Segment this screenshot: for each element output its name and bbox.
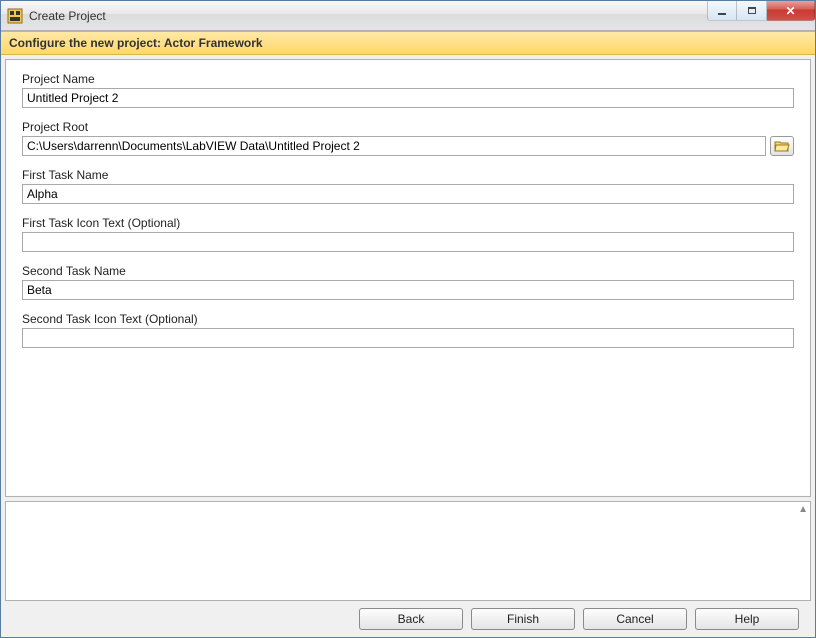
minimize-button[interactable] xyxy=(707,1,737,21)
project-root-input[interactable] xyxy=(22,136,766,156)
scroll-up-icon[interactable]: ▲ xyxy=(798,504,808,515)
second-task-icon-label: Second Task Icon Text (Optional) xyxy=(22,312,794,326)
second-task-icon-input[interactable] xyxy=(22,328,794,348)
button-bar: Back Finish Cancel Help xyxy=(5,601,811,637)
project-name-label: Project Name xyxy=(22,72,794,86)
second-task-name-group: Second Task Name xyxy=(22,264,794,300)
close-button[interactable]: ✕ xyxy=(767,1,815,21)
app-icon xyxy=(7,8,23,24)
back-button[interactable]: Back xyxy=(359,608,463,630)
help-button[interactable]: Help xyxy=(695,608,799,630)
browse-button[interactable] xyxy=(770,136,794,156)
window-title: Create Project xyxy=(29,9,106,23)
lower-pane: ▲ xyxy=(5,501,811,601)
second-task-name-label: Second Task Name xyxy=(22,264,794,278)
close-icon: ✕ xyxy=(785,4,795,18)
finish-button[interactable]: Finish xyxy=(471,608,575,630)
second-task-icon-group: Second Task Icon Text (Optional) xyxy=(22,312,794,348)
content-outer: Project Name Project Root xyxy=(1,55,815,637)
first-task-name-group: First Task Name xyxy=(22,168,794,204)
first-task-name-label: First Task Name xyxy=(22,168,794,182)
titlebar[interactable]: Create Project ✕ xyxy=(1,1,815,31)
first-task-icon-input[interactable] xyxy=(22,232,794,252)
maximize-button[interactable] xyxy=(737,1,767,21)
project-root-group: Project Root xyxy=(22,120,794,156)
minimize-icon xyxy=(718,13,726,15)
folder-icon xyxy=(774,140,790,152)
project-root-label: Project Root xyxy=(22,120,794,134)
cancel-button[interactable]: Cancel xyxy=(583,608,687,630)
second-task-name-input[interactable] xyxy=(22,280,794,300)
first-task-icon-label: First Task Icon Text (Optional) xyxy=(22,216,794,230)
form-panel: Project Name Project Root xyxy=(5,59,811,497)
subtitle-bar: Configure the new project: Actor Framewo… xyxy=(1,31,815,55)
project-name-input[interactable] xyxy=(22,88,794,108)
first-task-icon-group: First Task Icon Text (Optional) xyxy=(22,216,794,252)
window-frame: Create Project ✕ Configure the new proje… xyxy=(0,0,816,638)
maximize-icon xyxy=(748,7,756,14)
first-task-name-input[interactable] xyxy=(22,184,794,204)
project-name-group: Project Name xyxy=(22,72,794,108)
window-controls: ✕ xyxy=(707,1,815,21)
